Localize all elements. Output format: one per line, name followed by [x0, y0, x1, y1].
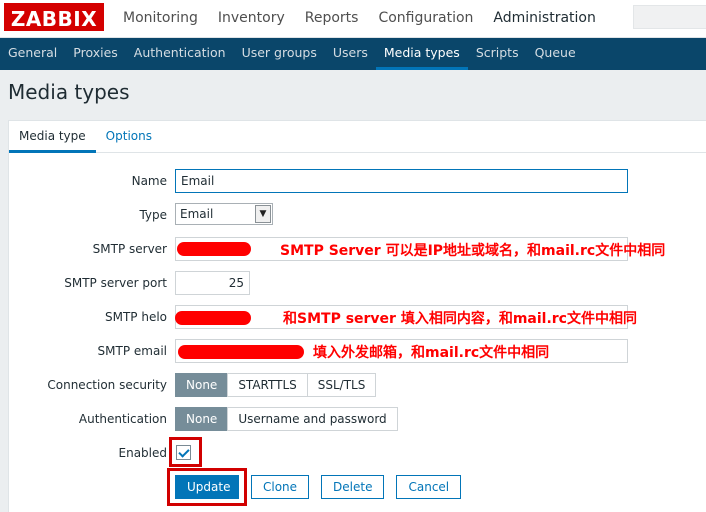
chevron-down-icon[interactable]: ▼	[255, 205, 271, 223]
authentication-toggle: None Username and password	[175, 407, 398, 431]
sub-nav: General Proxies Authentication User grou…	[0, 38, 706, 70]
subnav-proxies[interactable]: Proxies	[65, 38, 126, 70]
type-row: Type Email ▼	[9, 203, 706, 229]
subnav-general[interactable]: General	[0, 38, 65, 70]
search-input[interactable]	[633, 5, 706, 29]
subnav-queue[interactable]: Queue	[527, 38, 584, 70]
connection-security-label: Connection security	[47, 378, 167, 392]
smtp-server-label: SMTP server	[92, 242, 167, 256]
connection-security-starttls[interactable]: STARTTLS	[227, 373, 308, 397]
main-nav: Monitoring Inventory Reports Configurati…	[113, 0, 606, 38]
tab-bar: Media type Options	[9, 121, 706, 153]
redaction-mark	[177, 242, 251, 256]
nav-monitoring[interactable]: Monitoring	[113, 0, 208, 38]
authentication-none[interactable]: None	[175, 407, 229, 431]
smtp-server-annotation: SMTP Server 可以是IP地址或域名，和mail.rc文件中相同	[280, 243, 666, 259]
smtp-server-row: SMTP server SMTP Server 可以是IP地址或域名，和mail…	[9, 237, 706, 263]
tab-media-type[interactable]: Media type	[9, 121, 96, 153]
smtp-port-row: SMTP server port	[9, 271, 706, 297]
tab-options[interactable]: Options	[96, 121, 162, 152]
redaction-mark	[178, 345, 304, 359]
smtp-helo-row: SMTP helo 和SMTP server 填入相同内容，和mail.rc文件…	[9, 305, 706, 331]
clone-button[interactable]: Clone	[251, 475, 310, 499]
zabbix-logo[interactable]: ZABBIX	[4, 3, 104, 31]
smtp-email-annotation: 填入外发邮箱，和mail.rc文件中相同	[313, 345, 550, 361]
smtp-email-label: SMTP email	[97, 344, 167, 358]
smtp-port-label: SMTP server port	[64, 276, 167, 290]
subnav-user-groups[interactable]: User groups	[234, 38, 325, 70]
enabled-row: Enabled	[9, 437, 706, 467]
subnav-media-types[interactable]: Media types	[375, 38, 468, 70]
authentication-row: Authentication None Username and passwor…	[9, 407, 706, 433]
connection-security-row: Connection security None STARTTLS SSL/TL…	[9, 373, 706, 399]
cancel-button[interactable]: Cancel	[396, 475, 462, 499]
smtp-port-input[interactable]	[175, 271, 250, 295]
subnav-scripts[interactable]: Scripts	[468, 38, 527, 70]
highlight-box	[167, 468, 247, 506]
highlight-box	[169, 437, 202, 467]
media-type-form-panel: Media type Options Name Type Email ▼ SMT…	[8, 120, 706, 512]
name-input[interactable]	[175, 169, 628, 193]
name-label: Name	[131, 174, 167, 188]
smtp-email-row: SMTP email 填入外发邮箱，和mail.rc文件中相同	[9, 339, 706, 365]
authentication-username-password[interactable]: Username and password	[227, 407, 398, 431]
connection-security-ssl-tls[interactable]: SSL/TLS	[306, 373, 377, 397]
top-bar: ZABBIX Monitoring Inventory Reports Conf…	[0, 0, 706, 38]
nav-administration[interactable]: Administration	[483, 0, 605, 38]
smtp-helo-annotation: 和SMTP server 填入相同内容，和mail.rc文件中相同	[283, 311, 637, 327]
page-title: Media types	[8, 80, 130, 104]
type-label: Type	[139, 208, 167, 222]
subnav-users[interactable]: Users	[325, 38, 376, 70]
redaction-mark	[175, 311, 251, 325]
type-selected-value: Email	[180, 207, 214, 221]
nav-reports[interactable]: Reports	[295, 0, 369, 38]
enabled-label: Enabled	[118, 446, 168, 460]
name-row: Name	[9, 169, 706, 195]
nav-configuration[interactable]: Configuration	[368, 0, 483, 38]
nav-inventory[interactable]: Inventory	[208, 0, 295, 38]
subnav-authentication[interactable]: Authentication	[126, 38, 234, 70]
form-buttons: Update Clone Delete Cancel	[9, 468, 706, 506]
authentication-label: Authentication	[78, 412, 167, 426]
type-select[interactable]: Email ▼	[175, 203, 273, 225]
connection-security-toggle: None STARTTLS SSL/TLS	[175, 373, 377, 397]
delete-button[interactable]: Delete	[321, 475, 385, 499]
smtp-helo-label: SMTP helo	[104, 310, 167, 324]
connection-security-none[interactable]: None	[175, 373, 229, 397]
